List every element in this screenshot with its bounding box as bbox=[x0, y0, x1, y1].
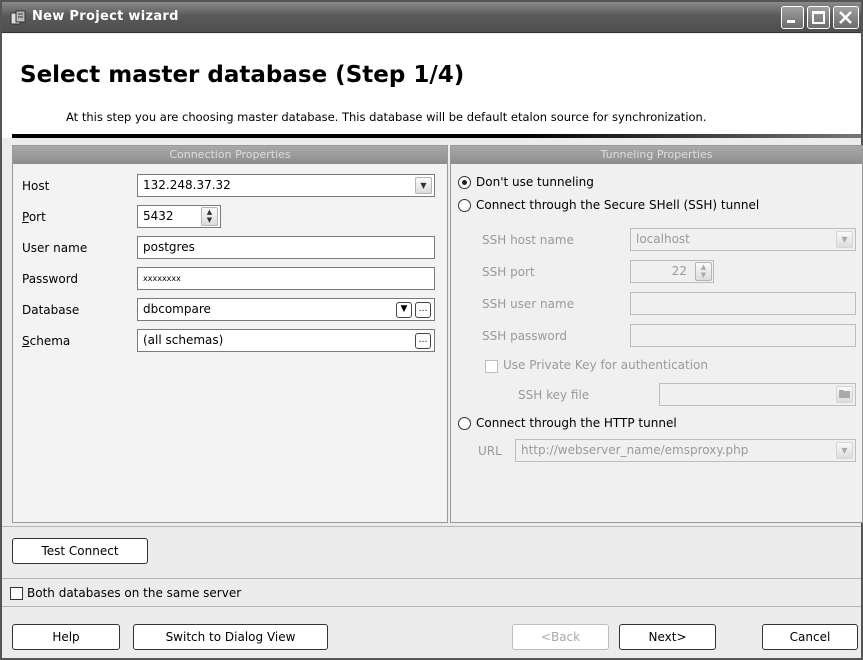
connection-panel-title: Connection Properties bbox=[13, 146, 447, 164]
same-server-checkbox[interactable] bbox=[10, 587, 23, 600]
maximize-button[interactable] bbox=[807, 6, 830, 29]
ssh-port-spin-button[interactable]: ▲ ▼ bbox=[695, 262, 712, 281]
footer-divider-top bbox=[2, 526, 861, 527]
schema-value: (all schemas) bbox=[143, 333, 224, 347]
ssh-host-dropdown-button[interactable]: ▼ bbox=[836, 231, 853, 248]
ssh-user-name-label: SSH user name bbox=[482, 297, 575, 311]
database-dropdown-button[interactable]: ▼ bbox=[396, 302, 412, 318]
ssh-key-file-input[interactable] bbox=[659, 383, 856, 406]
ssh-password-label: SSH password bbox=[482, 329, 568, 343]
password-input[interactable]: xxxxxxxx bbox=[137, 267, 435, 290]
title-bar: New Project wizard bbox=[2, 2, 861, 33]
host-value: 132.248.37.32 bbox=[143, 178, 231, 192]
schema-browse-button[interactable]: … bbox=[415, 333, 431, 349]
ssh-port-value: 22 bbox=[671, 264, 687, 278]
ssh-key-browse-button[interactable] bbox=[836, 386, 853, 403]
url-dropdown-button[interactable]: ▼ bbox=[836, 442, 853, 459]
chevron-down-icon: ▼ bbox=[420, 181, 427, 190]
http-tunnel-label: Connect through the HTTP tunnel bbox=[476, 416, 677, 430]
page-title: Select master database (Step 1/4) bbox=[20, 62, 465, 88]
port-label: Port bbox=[22, 210, 46, 224]
database-label: Database bbox=[22, 303, 80, 317]
url-value: http://webserver_name/emsproxy.php bbox=[521, 443, 749, 457]
no-tunneling-label: Don't use tunneling bbox=[476, 175, 594, 189]
ssh-host-combobox[interactable]: localhost ▼ bbox=[630, 228, 856, 251]
url-combobox[interactable]: http://webserver_name/emsproxy.php ▼ bbox=[515, 439, 856, 462]
properties-area: Connection Properties Host 132.248.37.32… bbox=[12, 145, 863, 523]
schema-label: Schema bbox=[22, 334, 71, 348]
wizard-header: Select master database (Step 1/4) At thi… bbox=[2, 34, 861, 138]
ssh-key-file-label: SSH key file bbox=[518, 388, 590, 402]
user-name-input[interactable]: postgres bbox=[137, 236, 435, 259]
port-spin-button[interactable]: ▲ ▼ bbox=[201, 207, 218, 226]
cancel-button[interactable]: Cancel bbox=[762, 624, 858, 650]
minimize-button[interactable] bbox=[781, 6, 804, 29]
database-browse-button[interactable]: … bbox=[415, 302, 431, 318]
help-button[interactable]: Help bbox=[12, 624, 120, 650]
password-label: Password bbox=[22, 272, 79, 286]
minimize-icon bbox=[787, 20, 795, 23]
host-label: Host bbox=[22, 179, 50, 193]
host-dropdown-button[interactable]: ▼ bbox=[415, 177, 432, 194]
port-value: 5432 bbox=[143, 209, 174, 223]
database-combobox[interactable]: dbcompare ▼ … bbox=[137, 298, 435, 321]
http-tunnel-radio[interactable] bbox=[458, 417, 471, 430]
ssh-tunnel-label: Connect through the Secure SHell (SSH) t… bbox=[476, 198, 760, 212]
ssh-port-spinner[interactable]: 22 ▲ ▼ bbox=[630, 260, 714, 283]
schema-field[interactable]: (all schemas) … bbox=[137, 329, 435, 352]
app-database-icon bbox=[10, 10, 26, 25]
ssh-port-label: SSH port bbox=[482, 265, 535, 279]
ellipsis-icon: … bbox=[418, 335, 428, 345]
ssh-host-value: localhost bbox=[636, 232, 690, 246]
footer-divider-middle bbox=[2, 578, 861, 579]
connection-properties-panel: Connection Properties Host 132.248.37.32… bbox=[12, 145, 448, 523]
private-key-label: Use Private Key for authentication bbox=[503, 358, 709, 372]
ssh-tunnel-radio[interactable] bbox=[458, 199, 471, 212]
database-value: dbcompare bbox=[143, 302, 211, 316]
url-label: URL bbox=[478, 444, 502, 458]
spin-arrows-icon: ▲ ▼ bbox=[206, 208, 213, 224]
footer-divider-bottom bbox=[2, 606, 861, 607]
tunneling-properties-panel: Tunneling Properties Don't use tunneling… bbox=[450, 145, 863, 523]
chevron-down-icon: ▼ bbox=[400, 304, 408, 314]
chevron-down-icon: ▼ bbox=[841, 235, 848, 244]
host-combobox[interactable]: 132.248.37.32 ▼ bbox=[137, 174, 435, 197]
window-title: New Project wizard bbox=[32, 9, 179, 24]
private-key-checkbox[interactable] bbox=[485, 360, 498, 373]
user-name-label: User name bbox=[22, 241, 88, 255]
folder-icon bbox=[839, 390, 850, 398]
no-tunneling-radio[interactable] bbox=[458, 176, 471, 189]
switch-dialog-view-button[interactable]: Switch to Dialog View bbox=[133, 624, 328, 650]
maximize-icon bbox=[812, 11, 825, 24]
ssh-user-name-input[interactable] bbox=[630, 292, 856, 315]
page-description: At this step you are choosing master dat… bbox=[66, 110, 707, 124]
wizard-window: New Project wizard Select master databas… bbox=[0, 0, 863, 660]
close-icon bbox=[839, 11, 852, 24]
tunneling-panel-title: Tunneling Properties bbox=[451, 146, 862, 164]
back-button[interactable]: <Back bbox=[512, 624, 609, 650]
close-button[interactable] bbox=[833, 6, 859, 29]
ellipsis-icon: … bbox=[418, 304, 428, 314]
chevron-down-icon: ▼ bbox=[841, 446, 848, 455]
spin-arrows-icon: ▲ ▼ bbox=[700, 263, 707, 279]
ssh-host-label: SSH host name bbox=[482, 233, 574, 247]
same-server-label: Both databases on the same server bbox=[27, 586, 242, 600]
header-divider bbox=[12, 134, 861, 138]
next-button[interactable]: Next> bbox=[619, 624, 716, 650]
test-connect-button[interactable]: Test Connect bbox=[12, 538, 148, 564]
port-spinner[interactable]: 5432 ▲ ▼ bbox=[137, 205, 221, 228]
ssh-password-input[interactable] bbox=[630, 324, 856, 347]
